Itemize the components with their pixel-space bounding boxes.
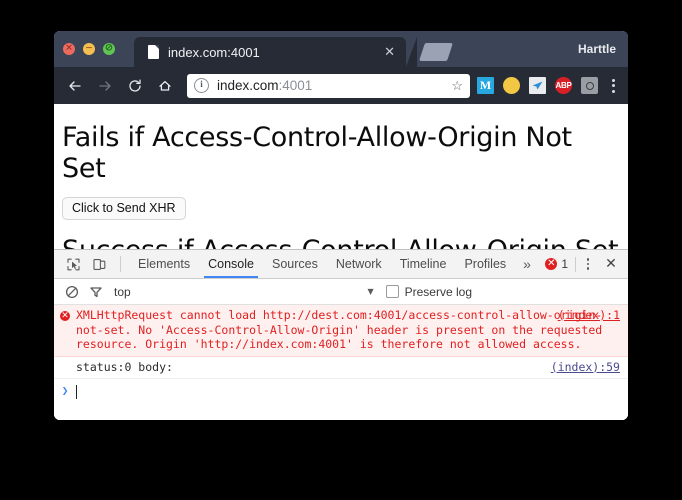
url-host: index.com [217, 78, 279, 93]
log-message-gutter [54, 360, 76, 375]
browser-window: ✕ − ⊘ index.com:4001 ✕ Harttle i index.c… [54, 31, 628, 420]
vertical-dots-icon[interactable] [578, 258, 598, 270]
page-heading-2: Success if Access-Control-Allow-Origin S… [62, 220, 620, 250]
text-cursor [76, 385, 77, 399]
site-info-icon[interactable]: i [194, 78, 209, 93]
camera-extension-icon[interactable] [581, 77, 598, 94]
adblock-plus-extension-icon[interactable]: ABP [555, 77, 572, 94]
devtools-right-controls: ✕ 1 ✕ [545, 256, 628, 272]
toolbar-divider [120, 256, 121, 272]
window-close-glyph: ✕ [65, 43, 73, 53]
tab-timeline[interactable]: Timeline [391, 250, 456, 278]
preserve-log-label: Preserve log [404, 284, 472, 299]
window-minimize-button[interactable]: − [83, 43, 95, 55]
forward-arrow-icon [92, 73, 118, 99]
window-maximize-glyph: ⊘ [104, 42, 114, 54]
window-controls: ✕ − ⊘ [63, 43, 115, 55]
page-heading-1: Fails if Access-Control-Allow-Origin Not… [62, 122, 572, 184]
chrome-menu-icon[interactable] [602, 78, 624, 93]
back-arrow-icon[interactable] [62, 73, 88, 99]
console-log-text: status:0 body: [76, 359, 173, 374]
console-context-selector[interactable]: top [114, 285, 131, 299]
prompt-caret-icon: ❯ [61, 384, 69, 397]
error-count-badge[interactable]: ✕ 1 [545, 257, 568, 271]
tab-sources[interactable]: Sources [263, 250, 327, 278]
devtools-panel: Elements Console Sources Network Timelin… [54, 249, 628, 420]
error-circle-icon: ✕ [60, 311, 70, 321]
yellow-dot-extension-icon[interactable] [503, 77, 520, 94]
more-tabs-icon[interactable]: » [515, 256, 539, 272]
devtools-tabbar: Elements Console Sources Network Timelin… [54, 250, 628, 279]
browser-toolbar: i index.com:4001 ☆ M ABP [54, 67, 628, 104]
tab-title: index.com:4001 [168, 44, 260, 60]
preserve-log-control[interactable]: Preserve log [385, 284, 472, 299]
bookmark-star-icon[interactable]: ☆ [451, 79, 463, 92]
reload-icon[interactable] [122, 73, 148, 99]
browser-tab-active[interactable]: index.com:4001 ✕ [134, 37, 417, 67]
device-toolbar-icon[interactable] [86, 251, 112, 277]
address-bar-url: index.com:4001 [217, 78, 451, 93]
home-icon[interactable] [152, 73, 178, 99]
error-count: 1 [561, 257, 568, 271]
chevron-down-icon[interactable]: ▼ [367, 287, 373, 296]
window-close-button[interactable]: ✕ [63, 43, 75, 55]
window-user-label: Harttle [577, 42, 616, 56]
extensions-area: M ABP [477, 77, 598, 94]
controls-divider [575, 256, 576, 272]
send-xhr-button[interactable]: Click to Send XHR [62, 197, 186, 220]
tab-profiles[interactable]: Profiles [455, 250, 515, 278]
console-log-message[interactable]: status:0 body: (index):59 [54, 357, 628, 379]
error-circle-icon: ✕ [545, 258, 558, 270]
console-message-list[interactable]: ✕ XMLHttpRequest cannot load http://dest… [54, 305, 628, 420]
tab-network[interactable]: Network [327, 250, 391, 278]
inspect-element-icon[interactable] [60, 251, 86, 277]
new-tab-button[interactable] [419, 43, 453, 61]
window-maximize-button[interactable]: ⊘ [103, 43, 115, 55]
console-error-source-link[interactable]: (index):1 [558, 308, 620, 323]
console-filter-bar: top ▼ Preserve log [54, 279, 628, 305]
mega-extension-icon[interactable]: M [477, 77, 494, 94]
console-prompt[interactable]: ❯ [54, 379, 628, 399]
url-port: :4001 [278, 78, 313, 93]
close-icon[interactable]: ✕ [384, 46, 395, 59]
console-error-text: XMLHttpRequest cannot load http://dest.c… [76, 308, 603, 351]
send-extension-icon[interactable] [529, 77, 546, 94]
tab-elements[interactable]: Elements [129, 250, 199, 278]
tab-console[interactable]: Console [199, 250, 263, 278]
devtools-tabs: Elements Console Sources Network Timelin… [129, 250, 539, 278]
address-bar[interactable]: i index.com:4001 ☆ [187, 73, 470, 98]
screenshot-root: ✕ − ⊘ index.com:4001 ✕ Harttle i index.c… [0, 0, 682, 500]
page-icon [148, 45, 159, 59]
window-minimize-glyph: − [85, 43, 93, 53]
browser-tabstrip: ✕ − ⊘ index.com:4001 ✕ Harttle [54, 31, 628, 67]
funnel-filter-icon[interactable] [84, 285, 108, 299]
no-entry-clear-console-icon[interactable] [60, 285, 84, 299]
console-log-source-link[interactable]: (index):59 [551, 360, 620, 375]
page-content: Fails if Access-Control-Allow-Origin Not… [54, 104, 628, 250]
preserve-log-checkbox[interactable] [385, 285, 399, 298]
console-error-message[interactable]: ✕ XMLHttpRequest cannot load http://dest… [54, 305, 628, 357]
close-icon[interactable]: ✕ [598, 256, 624, 272]
